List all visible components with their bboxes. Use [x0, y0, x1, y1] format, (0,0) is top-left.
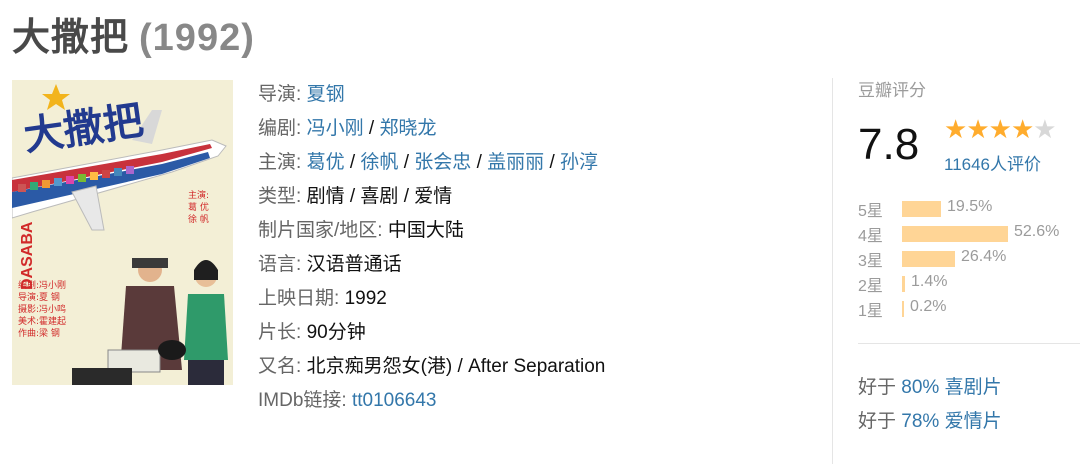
movie-poster[interactable]: 大撒把 DASABA 主演: 葛 优 徐 帆 编剧:冯小刚 导演:夏 钢 摄影:… [12, 80, 233, 385]
star-filled-icon: ★ [1010, 114, 1034, 144]
rating-bar-percent: 26.4% [961, 248, 1007, 265]
region-row: 制片国家/地区: 中国大陆 [258, 220, 464, 241]
page-title: 大撒把 (1992) [12, 6, 255, 61]
director-label: 导演 [258, 84, 297, 105]
rating-bar-label: 1星 [858, 303, 883, 320]
region-value: 中国大陆 [387, 220, 464, 241]
rating-score: 7.8 [858, 120, 920, 169]
better-than-pct[interactable]: 80% [901, 377, 939, 398]
svg-text:主演:: 主演: [188, 189, 209, 201]
genre-label: 类型 [258, 186, 297, 207]
section-divider [858, 343, 1080, 344]
writer-link-1[interactable]: 郑晓龙 [379, 118, 436, 139]
director-row: 导演: 夏钢 [258, 84, 345, 105]
svg-text:作曲:梁 钢: 作曲:梁 钢 [18, 327, 60, 339]
svg-text:导演:夏 钢: 导演:夏 钢 [18, 291, 60, 303]
language-label: 语言 [258, 254, 297, 275]
cast-link-4[interactable]: 孙淳 [560, 152, 598, 173]
imdb-label: IMDb链接 [258, 390, 342, 411]
better-than-row: 好于 80% 喜剧片 [858, 371, 1002, 405]
genre-row: 类型: 剧情 / 喜剧 / 爱情 [258, 186, 453, 207]
aka-label: 又名 [258, 356, 297, 377]
better-than-genre[interactable]: 喜剧片 [945, 377, 1002, 398]
poster-letters: DASABA [19, 221, 36, 290]
rating-count-link[interactable]: 11646人评价 [944, 150, 1041, 175]
release-row: 上映日期: 1992 [258, 288, 387, 309]
rating-stars: ★★★★★ [944, 114, 1057, 145]
runtime-label: 片长 [258, 322, 297, 343]
rating-bar-fill [902, 251, 955, 267]
aka-row: 又名: 北京痴男怨女(港) / After Separation [258, 356, 606, 377]
writer-link-0[interactable]: 冯小刚 [307, 118, 364, 139]
svg-text:编剧:冯小刚: 编剧:冯小刚 [18, 279, 66, 291]
rating-bar-fill [902, 226, 1008, 242]
rating-bar-label: 2星 [858, 278, 883, 295]
rating-label: 豆瓣评分 [858, 81, 926, 100]
aka-value: 北京痴男怨女(港) / After Separation [306, 356, 606, 377]
writer-label: 编剧 [258, 118, 297, 139]
movie-title: 大撒把 [12, 17, 130, 59]
director-link[interactable]: 夏钢 [307, 84, 345, 105]
rating-bar-label: 3星 [858, 253, 883, 270]
language-value: 汉语普通话 [306, 254, 402, 275]
better-than-row: 好于 78% 爱情片 [858, 405, 1002, 439]
rating-bar-percent: 0.2% [910, 298, 947, 315]
cast-label: 主演 [258, 152, 297, 173]
cast-link-0[interactable]: 葛优 [307, 152, 345, 173]
cast-row: 主演: 葛优 / 徐帆 / 张会忠 / 盖丽丽 / 孙淳 [258, 152, 599, 173]
runtime-value: 90分钟 [306, 322, 366, 343]
star-filled-icon: ★ [988, 114, 1012, 144]
cast-link-1[interactable]: 徐帆 [360, 152, 398, 173]
movie-info: 导演: 夏钢 编剧: 冯小刚 / 郑晓龙 主演: 葛优 / 徐帆 / 张会忠 /… [258, 78, 605, 418]
svg-text:葛 优: 葛 优 [188, 201, 209, 213]
release-value: 1992 [344, 288, 387, 309]
rating-bar-label: 4星 [858, 228, 883, 245]
imdb-row: IMDb链接: tt0106643 [258, 390, 437, 411]
release-label: 上映日期 [258, 288, 335, 309]
star-filled-icon: ★ [966, 114, 989, 144]
genre-value: 剧情 / 喜剧 / 爱情 [306, 186, 453, 207]
cast-link-2[interactable]: 张会忠 [414, 152, 471, 173]
runtime-row: 片长: 90分钟 [258, 322, 366, 343]
imdb-link[interactable]: tt0106643 [352, 390, 437, 411]
svg-text:美术:霍建起: 美术:霍建起 [18, 315, 66, 327]
rating-bar-fill [902, 301, 904, 317]
writer-row: 编剧: 冯小刚 / 郑晓龙 [258, 118, 437, 139]
rating-bar-fill [902, 201, 941, 217]
better-than-pct[interactable]: 78% [901, 411, 939, 432]
rating-bar-percent: 1.4% [911, 273, 948, 290]
rating-bar-fill [902, 276, 905, 292]
region-label: 制片国家/地区 [258, 220, 378, 241]
better-than-prefix: 好于 [858, 411, 897, 432]
cast-link-3[interactable]: 盖丽丽 [487, 152, 544, 173]
column-divider [832, 78, 833, 464]
better-than: 好于 80% 喜剧片 好于 78% 爱情片 [858, 371, 1002, 439]
better-than-genre[interactable]: 爱情片 [945, 411, 1002, 432]
rating-bar-percent: 19.5% [947, 198, 993, 215]
svg-text:摄影:冯小鸣: 摄影:冯小鸣 [18, 303, 66, 315]
film-poster-icon: 大撒把 DASABA 主演: 葛 优 徐 帆 编剧:冯小刚 导演:夏 钢 摄影:… [12, 80, 233, 385]
rating-bar-percent: 52.6% [1014, 223, 1060, 240]
star-filled-icon: ★ [944, 114, 967, 144]
movie-year: (1992) [139, 17, 255, 59]
language-row: 语言: 汉语普通话 [258, 254, 402, 275]
svg-text:徐 帆: 徐 帆 [188, 213, 209, 225]
rating-panel: 豆瓣评分 7.8 ★★★★★ 11646人评价 [858, 76, 1080, 174]
better-than-prefix: 好于 [858, 377, 897, 398]
rating-bar-label: 5星 [858, 203, 883, 220]
star-empty-icon: ★ [1033, 114, 1056, 144]
